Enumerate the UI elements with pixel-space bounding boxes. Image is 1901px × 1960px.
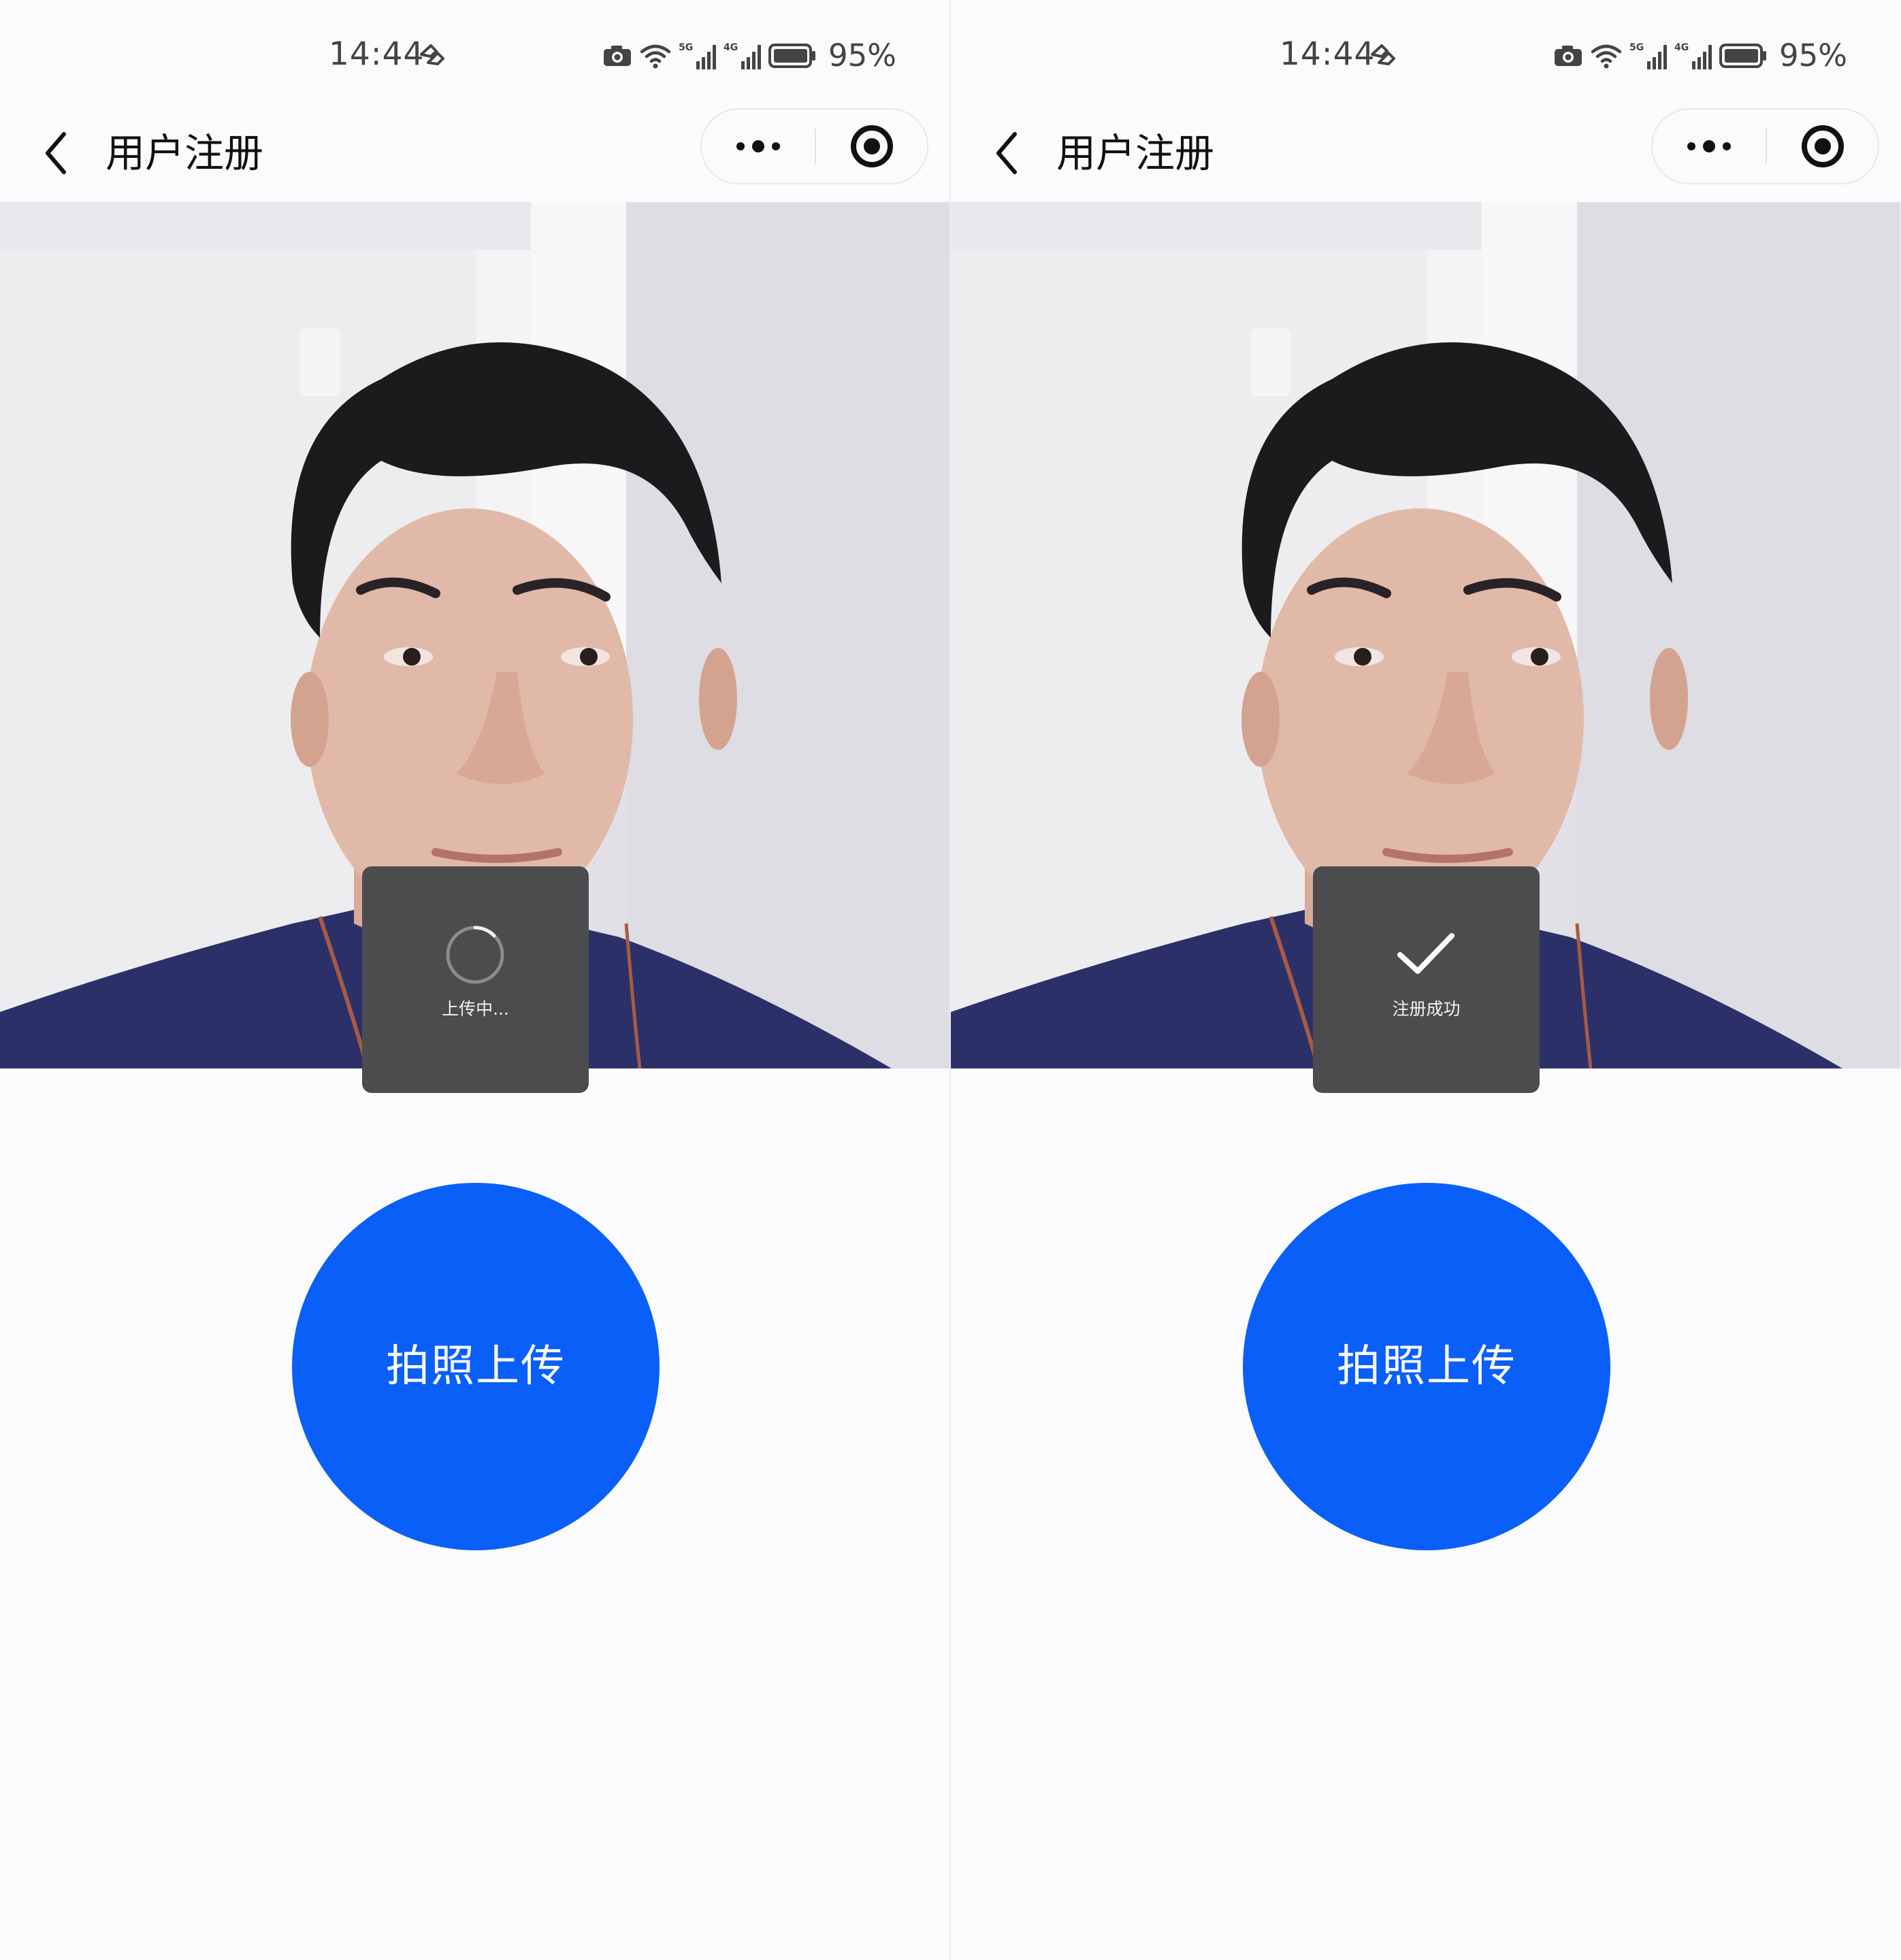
page-title: 用户注册 xyxy=(105,130,264,176)
status-icons: 5G 4G 95% xyxy=(1553,37,1847,75)
status-time: 14:44 xyxy=(329,35,425,73)
signal-4g-icon: 4G xyxy=(724,42,761,69)
battery-icon xyxy=(1719,44,1766,68)
mini-program-close-icon xyxy=(850,125,893,167)
nav-bar: 用户注册 xyxy=(0,102,949,204)
svg-text:5G: 5G xyxy=(679,42,693,53)
loading-toast: 上传中... xyxy=(362,866,589,1093)
nav-bar: 用户注册 xyxy=(951,102,1900,204)
more-dots-icon xyxy=(736,140,780,152)
back-button[interactable] xyxy=(986,122,1027,184)
capsule-menu xyxy=(1651,108,1879,184)
take-photo-upload-button[interactable]: 拍照上传 xyxy=(292,1183,660,1550)
success-toast: 注册成功 xyxy=(1313,866,1540,1093)
svg-text:4G: 4G xyxy=(724,42,738,53)
take-photo-upload-button[interactable]: 拍照上传 xyxy=(1243,1183,1610,1550)
more-button[interactable] xyxy=(702,110,815,183)
upload-button-label: 拍照上传 xyxy=(1337,1341,1516,1392)
loading-spinner-icon xyxy=(446,926,504,984)
battery-percent: 95% xyxy=(1779,37,1848,74)
status-time: 14:44 xyxy=(1280,35,1376,73)
mini-program-close-icon xyxy=(1801,125,1844,167)
signal-5g-icon: 5G xyxy=(1629,42,1667,69)
link-heart-icon xyxy=(420,44,444,65)
toast-message: 上传中... xyxy=(442,999,509,1019)
screen-success: 14:44 5G 4G 95% 用户注册 注册成功 拍照上传 xyxy=(951,0,1900,1960)
wifi-icon xyxy=(1591,44,1622,69)
link-heart-icon xyxy=(1371,44,1395,65)
signal-5g-icon: 5G xyxy=(679,42,716,69)
more-dots-icon xyxy=(1687,140,1731,152)
status-icons: 5G 4G 95% xyxy=(602,37,896,75)
close-button[interactable] xyxy=(1767,110,1878,183)
signal-4g-icon: 4G xyxy=(1674,42,1712,69)
status-bar: 14:44 5G 4G 95% xyxy=(0,0,949,109)
status-bar: 14:44 5G 4G 95% xyxy=(951,0,1900,109)
more-button[interactable] xyxy=(1653,110,1766,183)
capsule-menu xyxy=(700,108,928,184)
battery-percent: 95% xyxy=(828,37,897,74)
toast-message: 注册成功 xyxy=(1392,999,1461,1019)
screen-uploading: 14:44 5G 4G 95% 用户注册 上传中... 拍照上传 xyxy=(0,0,949,1960)
battery-icon xyxy=(768,44,815,68)
upload-button-label: 拍照上传 xyxy=(386,1341,566,1392)
chevron-left-icon xyxy=(996,132,1017,174)
svg-text:4G: 4G xyxy=(1674,42,1689,53)
comparison-frame: 14:44 5G 4G 95% 用户注册 上传中... 拍照上传 14:44 5… xyxy=(0,0,1901,1960)
wifi-icon xyxy=(640,44,671,69)
chevron-left-icon xyxy=(46,132,66,174)
back-button[interactable] xyxy=(35,122,76,184)
close-button[interactable] xyxy=(816,110,927,183)
page-title: 用户注册 xyxy=(1056,130,1215,176)
checkmark-icon xyxy=(1397,933,1455,974)
camera-icon xyxy=(604,46,631,66)
svg-text:5G: 5G xyxy=(1629,42,1644,53)
camera-icon xyxy=(1555,46,1582,66)
